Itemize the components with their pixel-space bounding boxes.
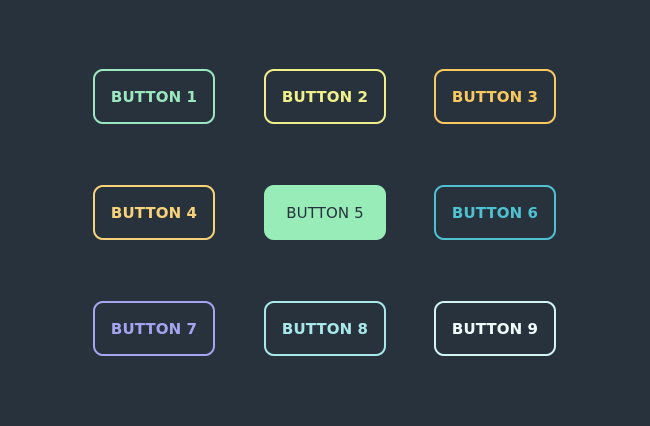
button-grid: BUTTON 1 BUTTON 2 BUTTON 3 BUTTON 4 BUTT… bbox=[0, 0, 650, 426]
button-2[interactable]: BUTTON 2 bbox=[264, 69, 386, 124]
button-2-label: BUTTON 2 bbox=[281, 87, 369, 106]
button-4-label: BUTTON 4 bbox=[110, 203, 198, 222]
button-5-label: BUTTON 5 bbox=[286, 203, 364, 222]
button-8[interactable]: BUTTON 8 bbox=[264, 301, 386, 356]
button-7-label: BUTTON 7 bbox=[110, 319, 198, 338]
button-6[interactable]: BUTTON 6 bbox=[434, 185, 556, 240]
button-1-label: BUTTON 1 bbox=[110, 87, 198, 106]
button-7[interactable]: BUTTON 7 bbox=[93, 301, 215, 356]
button-6-label: BUTTON 6 bbox=[451, 203, 539, 222]
button-5[interactable]: BUTTON 5 bbox=[264, 185, 386, 240]
button-3-label: BUTTON 3 bbox=[451, 87, 539, 106]
button-8-label: BUTTON 8 bbox=[281, 319, 369, 338]
button-9-label: BUTTON 9 bbox=[451, 319, 539, 338]
button-9[interactable]: BUTTON 9 bbox=[434, 301, 556, 356]
button-1[interactable]: BUTTON 1 bbox=[93, 69, 215, 124]
button-4[interactable]: BUTTON 4 bbox=[93, 185, 215, 240]
button-3[interactable]: BUTTON 3 bbox=[434, 69, 556, 124]
